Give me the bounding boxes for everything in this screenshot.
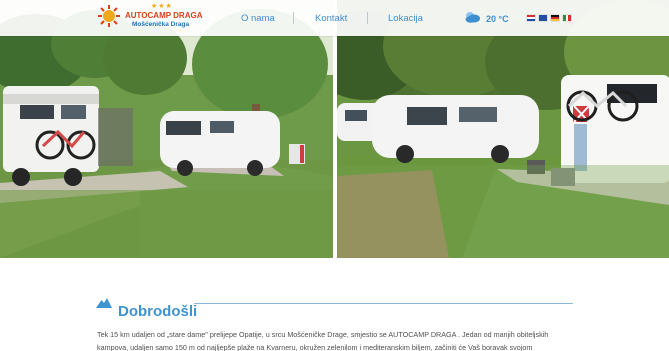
welcome-section: Dobrodošli Tek 15 km udaljen od „stare d… [0, 258, 669, 351]
logo-subtitle: Mošćenička Draga [132, 21, 190, 28]
weather-icon [465, 12, 480, 23]
sun-logo-icon [98, 5, 120, 27]
nav-link-kontakt[interactable]: Kontakt [315, 14, 347, 24]
nav-separator [367, 12, 368, 24]
nav-separator [293, 12, 294, 24]
campsite-photo-right-icon [337, 0, 669, 258]
site-logo[interactable]: ★★★ AUTOCAMP DRAGA Mošćenička Draga [97, 3, 202, 33]
page: ★★★ AUTOCAMP DRAGA Mošćenička Draga O na… [0, 0, 669, 351]
campsite-photo-left-icon [0, 0, 333, 258]
weather-temperature: 20 °C [486, 14, 509, 24]
nav-link-lokacija[interactable]: Lokacija [388, 14, 423, 24]
paragraph-line: Tek 15 km udaljen od „stare dame" prelij… [97, 330, 549, 339]
hero-gallery [0, 0, 669, 258]
logo-title: AUTOCAMP DRAGA [125, 11, 203, 20]
flag-it-icon[interactable] [563, 15, 571, 21]
camp-tent-icon [96, 298, 112, 308]
section-divider [194, 303, 573, 304]
campsite-photo-right[interactable] [337, 0, 669, 258]
top-navigation-bar: ★★★ AUTOCAMP DRAGA Mošćenička Draga O na… [0, 0, 669, 36]
flag-hr-icon[interactable] [527, 15, 535, 21]
nav-link-o-nama[interactable]: O nama [241, 14, 275, 24]
welcome-paragraph: Tek 15 km udaljen od „stare dame" prelij… [97, 328, 567, 351]
section-title: Dobrodošli [118, 303, 198, 321]
campsite-photo-left[interactable] [0, 0, 333, 258]
logo-stars: ★★★ [151, 3, 173, 10]
flag-uk-icon[interactable] [539, 15, 547, 21]
flag-de-icon[interactable] [551, 15, 559, 21]
paragraph-line: kampova, udaljen samo 150 m od najljepše… [97, 343, 533, 351]
